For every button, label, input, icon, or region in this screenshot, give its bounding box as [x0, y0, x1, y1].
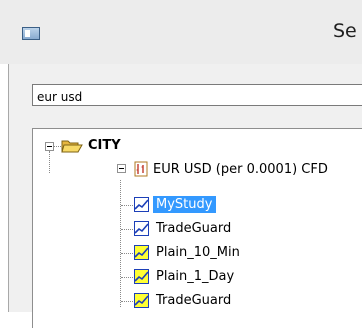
study-icon-yellow [134, 245, 149, 260]
tree-connector [121, 253, 133, 254]
window-title: Se [333, 20, 357, 42]
tree-item-tradeguard-2[interactable]: TradeGuard [156, 292, 231, 309]
tree-item-plain-1-day[interactable]: Plain_1_Day [156, 268, 234, 285]
tree-item-plain-10-min[interactable]: Plain_10_Min [156, 244, 240, 261]
collapse-city-icon[interactable] [45, 142, 54, 151]
tree-instrument-eur-usd[interactable]: EUR USD (per 0.0001) CFD [153, 161, 328, 178]
study-icon-white [134, 197, 149, 212]
instrument-icon [134, 161, 148, 177]
tree-connector [49, 151, 50, 173]
search-input[interactable] [32, 84, 362, 106]
study-icon-yellow [134, 269, 149, 284]
collapse-instrument-icon[interactable] [117, 164, 126, 173]
tree-item-mystudy[interactable]: MyStudy [153, 196, 217, 213]
folder-open-icon [61, 140, 83, 153]
study-icon-yellow [134, 293, 149, 308]
tree-connector [121, 301, 133, 302]
tree-connector [121, 205, 133, 206]
tree-root-city[interactable]: CITY [88, 137, 121, 154]
tree-item-tradeguard[interactable]: TradeGuard [156, 220, 231, 237]
tree-view[interactable]: CITY EUR USD (per 0.0001) CFD MyStudy Tr… [32, 128, 362, 328]
tree-connector [54, 146, 61, 147]
tree-connector [120, 180, 121, 307]
app-window-icon[interactable] [22, 27, 40, 40]
tree-connector [121, 229, 133, 230]
study-icon-white [134, 221, 149, 236]
title-bar[interactable]: Se [0, 0, 362, 64]
tree-connector [121, 277, 133, 278]
